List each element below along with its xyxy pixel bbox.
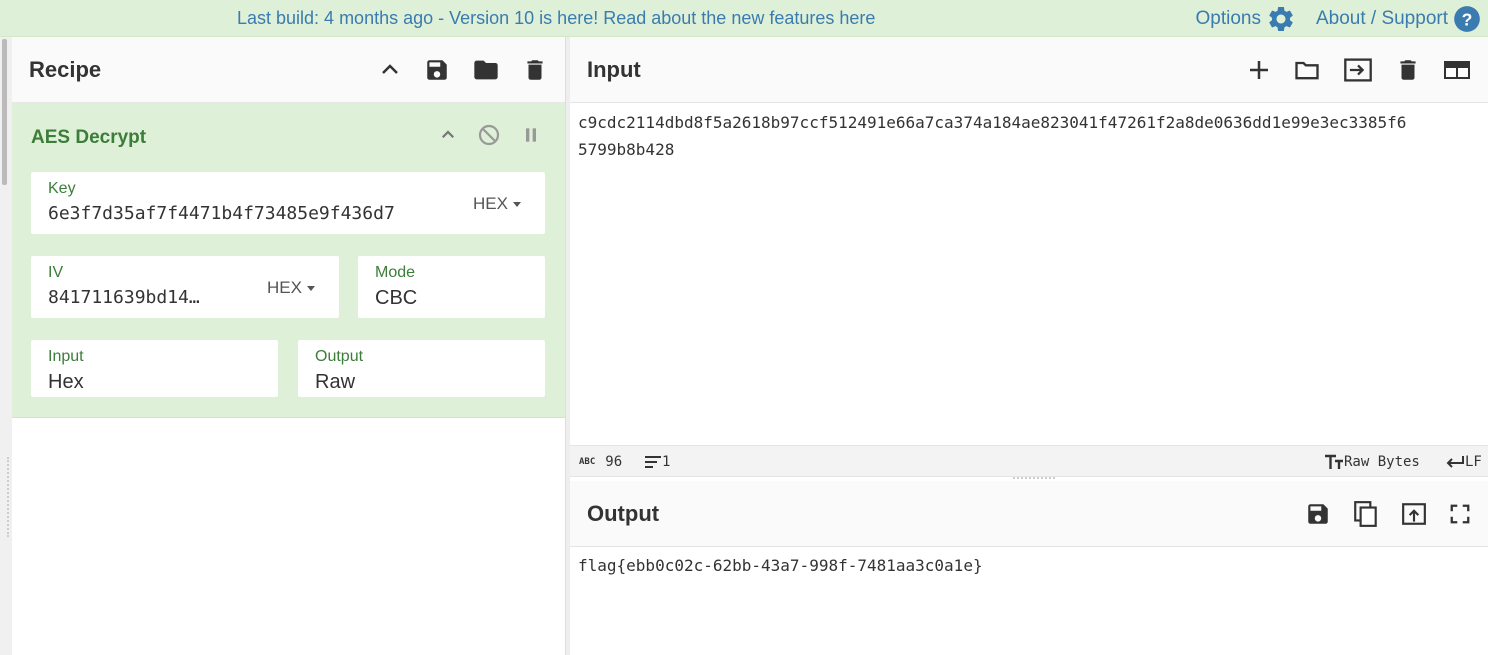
chevron-down-icon [306,285,315,291]
recipe-header: Recipe [12,37,565,103]
iv-format-dropdown[interactable]: HEX [267,278,315,298]
add-tab-icon[interactable] [1247,58,1271,82]
key-field[interactable]: Key 6e3f7d35af7f4471b4f73485e9f436d7 HEX [31,172,545,234]
iv-label: IV [48,264,64,281]
scrollbar[interactable] [2,39,7,185]
input-panel: Input c9cdc2114dbd8f5a2618b97ccf512491e6… [570,37,1488,445]
input-header: Input [570,37,1488,103]
input-title: Input [587,56,641,82]
replace-input-icon[interactable] [1401,501,1427,527]
output-panel: Output flag{ebb0c02c-62bb-43a7-998f-7481… [570,481,1488,655]
help-icon: ? [1454,6,1480,32]
save-recipe-icon[interactable] [424,57,450,83]
about-support-button[interactable]: About / Support ? [1316,5,1481,33]
banner-message: Last build: 4 months ago - Version 10 is… [237,8,875,29]
input-text-line-2[interactable]: 5799b8b428 [578,136,674,163]
iv-field[interactable]: IV 841711639bd14… HEX [31,256,339,318]
key-format-label: HEX [473,194,508,213]
collapse-operation-icon[interactable] [439,126,457,144]
options-label: Options [1195,8,1261,29]
clear-input-icon[interactable] [1395,57,1421,83]
gear-icon [1269,6,1293,31]
line-count-value: 1 [662,454,671,470]
char-count-value: 96 [605,454,623,470]
resize-handle[interactable] [7,457,9,537]
input-text-line-1[interactable]: c9cdc2114dbd8f5a2618b97ccf512491e66a7ca3… [578,109,1406,136]
disable-operation-icon[interactable] [477,123,501,147]
copy-icon[interactable] [1353,500,1379,528]
operations-panel-edge [0,37,12,655]
recipe-panel: Recipe AES Decrypt Key 6e3f7d35af7f4471b… [12,37,565,655]
char-count: ABC 96 [579,454,622,470]
clear-recipe-icon[interactable] [522,57,548,83]
iv-input[interactable]: 841711639bd14… [48,287,258,308]
return-icon [1446,456,1464,468]
key-input[interactable]: 6e3f7d35af7f4471b4f73485e9f436d7 [48,203,448,224]
input-status-bar: ABC 96 1 Raw Bytes LF [570,445,1488,477]
output-format-select[interactable]: Raw [315,371,355,394]
svg-text:?: ? [1462,9,1473,29]
eol-selector[interactable]: LF [1445,454,1482,470]
iv-format-label: HEX [267,278,302,297]
open-file-icon[interactable] [1343,56,1373,84]
recipe-title: Recipe [29,56,102,82]
line-count: 1 [644,454,670,470]
output-text[interactable]: flag{ebb0c02c-62bb-43a7-998f-7481aa3c0a1… [578,552,983,579]
abc-icon: ABC [579,457,596,467]
output-format-field[interactable]: Output Raw [298,340,545,397]
chevron-down-icon [512,201,521,207]
mode-label: Mode [375,264,416,281]
input-format-label: Input [48,348,84,365]
key-label: Key [48,180,76,197]
eol-value: LF [1465,454,1482,470]
output-header: Output [570,481,1488,547]
encoding-selector[interactable]: Raw Bytes [1324,454,1420,470]
text-size-icon [1325,454,1343,469]
input-format-select[interactable]: Hex [48,371,84,394]
maximize-icon[interactable] [1449,503,1471,525]
mode-select[interactable]: CBC [375,287,417,310]
output-title: Output [587,500,660,526]
banner-link[interactable]: here [839,8,875,28]
open-folder-icon[interactable] [1293,56,1321,84]
banner-text: Last build: 4 months ago - Version 10 is… [237,8,840,28]
output-format-label: Output [315,348,364,365]
load-recipe-icon[interactable] [472,56,500,84]
encoding-value: Raw Bytes [1344,454,1420,470]
reset-layout-icon[interactable] [1443,58,1471,82]
lines-icon [645,456,661,468]
save-output-icon[interactable] [1305,501,1331,527]
key-format-dropdown[interactable]: HEX [473,194,521,214]
notification-banner: Last build: 4 months ago - Version 10 is… [0,0,1488,37]
pause-icon[interactable] [521,125,541,145]
mode-field[interactable]: Mode CBC [358,256,545,318]
options-button[interactable]: Options [1195,4,1295,34]
io-resize-handle[interactable] [1013,477,1055,480]
collapse-all-icon[interactable] [378,58,402,82]
about-label: About / Support [1315,8,1448,29]
operation-title: AES Decrypt [31,127,147,148]
input-format-field[interactable]: Input Hex [31,340,278,397]
aes-decrypt-operation: AES Decrypt Key 6e3f7d35af7f4471b4f73485… [12,103,565,418]
